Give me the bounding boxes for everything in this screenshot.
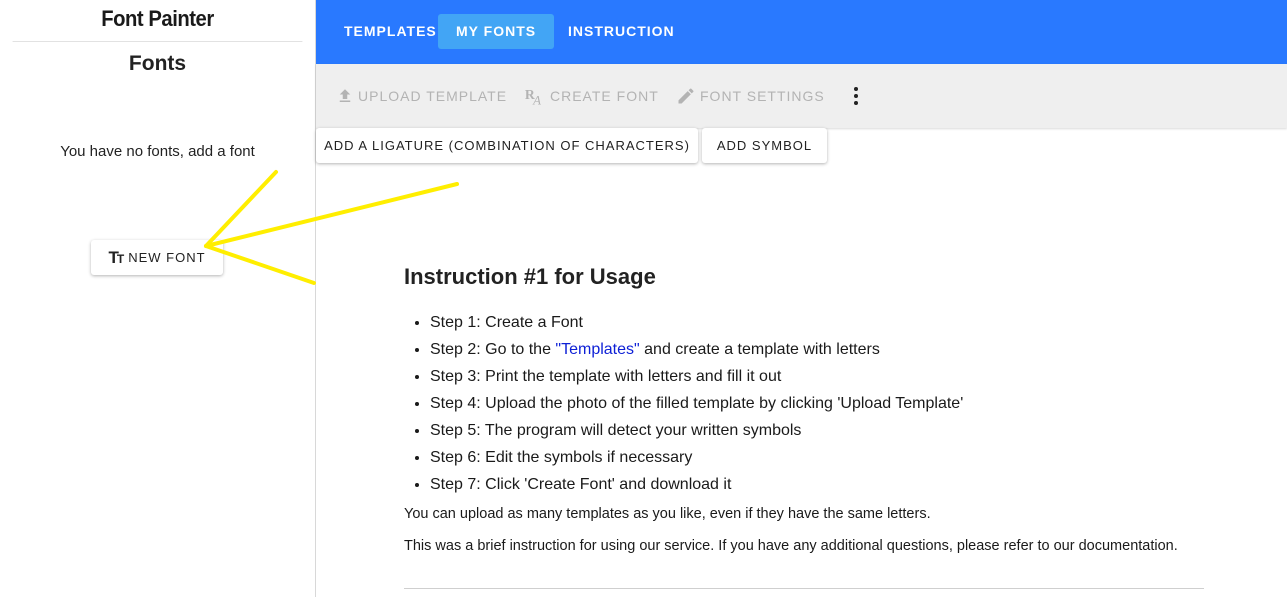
divider: [404, 588, 1204, 589]
tab-my-fonts[interactable]: MY FONTS: [438, 14, 555, 49]
list-item: Step 6: Edit the symbols if necessary: [430, 444, 1204, 471]
font-settings-label: FONT SETTINGS: [700, 88, 825, 104]
step-2-prefix: Step 2: Go to the: [430, 341, 556, 358]
add-symbol-button[interactable]: ADD SYMBOL: [702, 128, 827, 163]
create-font-button[interactable]: R A CREATE FONT: [524, 84, 659, 108]
app-title: Font Painter: [12, 0, 303, 42]
more-vert-icon[interactable]: [846, 82, 866, 110]
create-font-label: CREATE FONT: [550, 88, 659, 104]
upload-template-label: UPLOAD TEMPLATE: [358, 88, 508, 104]
list-item: Step 2: Go to the "Templates" and create…: [430, 336, 1204, 363]
step-2-suffix: and create a template with letters: [639, 341, 880, 358]
list-item: Step 7: Click 'Create Font' and download…: [430, 471, 1204, 498]
list-item: Step 3: Print the template with letters …: [430, 363, 1204, 390]
text-size-icon: TT: [108, 247, 124, 267]
font-settings-button[interactable]: FONT SETTINGS: [676, 84, 825, 108]
upload-icon: [339, 89, 351, 102]
sidebar: Font Painter Fonts You have no fonts, ad…: [0, 0, 316, 597]
tab-templates[interactable]: TEMPLATES: [326, 14, 455, 49]
add-ligature-button[interactable]: ADD A LIGATURE (COMBINATION OF CHARACTER…: [316, 128, 698, 163]
empty-fonts-message: You have no fonts, add a font: [60, 143, 255, 160]
instruction-title: Instruction #1 for Usage: [404, 264, 656, 289]
font-glyph-icon: R A: [525, 87, 542, 107]
new-font-button[interactable]: TT NEW FONT: [91, 240, 223, 275]
toolbar: UPLOAD TEMPLATE R A CREATE FONT FONT SET…: [316, 64, 1287, 128]
upload-note: You can upload as many templates as you …: [404, 506, 931, 522]
svg-text:A: A: [532, 93, 542, 107]
fonts-heading: Fonts: [128, 52, 187, 75]
tab-instruction[interactable]: INSTRUCTION: [550, 14, 693, 49]
pencil-icon: [678, 88, 694, 104]
upload-template-button[interactable]: UPLOAD TEMPLATE: [336, 84, 507, 108]
templates-link[interactable]: "Templates": [555, 341, 639, 358]
documentation-note: This was a brief instruction for using o…: [404, 538, 1178, 554]
steps-list: Step 1: Create a Font Step 2: Go to the …: [404, 309, 1204, 498]
new-font-label: NEW FONT: [128, 250, 206, 265]
top-navigation: TEMPLATES MY FONTS INSTRUCTION: [316, 0, 1287, 64]
instruction-section: Instruction #1 for Usage Step 1: Create …: [404, 262, 1204, 556]
list-item: Step 5: The program will detect your wri…: [430, 417, 1204, 444]
list-item: Step 1: Create a Font: [430, 309, 1204, 336]
list-item: Step 4: Upload the photo of the filled t…: [430, 390, 1204, 417]
